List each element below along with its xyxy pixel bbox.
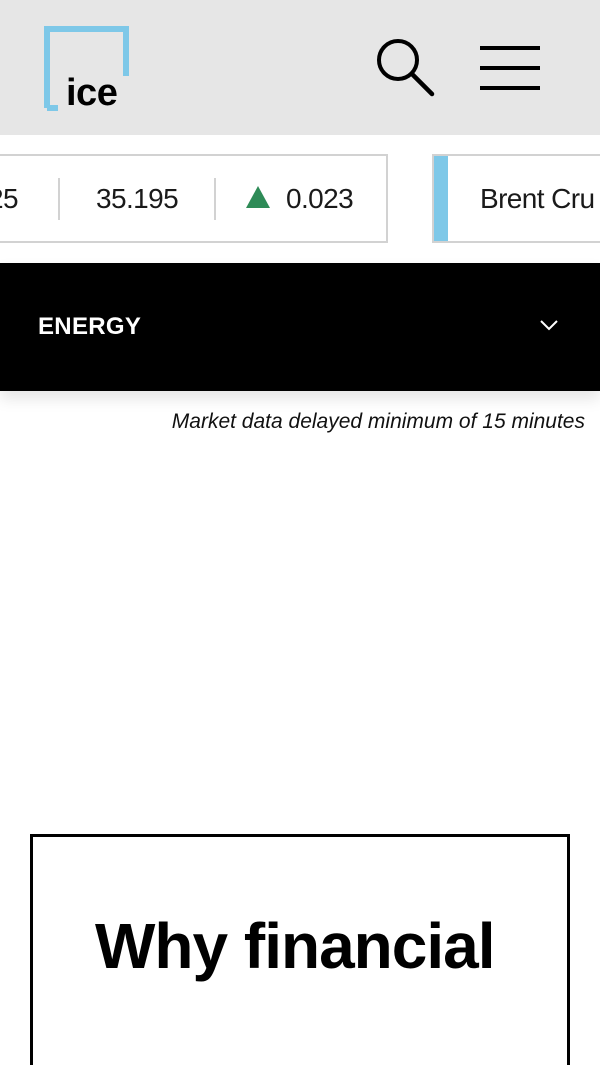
- ice-logo[interactable]: ice: [44, 26, 130, 112]
- ticker-accent-bar: [434, 156, 448, 241]
- ticker-card-silver[interactable]: 25 35.195 0.023: [0, 154, 388, 243]
- ticker-name: Brent Cru: [480, 183, 595, 214]
- search-icon: [377, 39, 435, 97]
- dropdown-selected-value: ENERGY: [38, 313, 142, 340]
- promo-title: Why financial: [95, 910, 496, 982]
- menu-button[interactable]: [478, 44, 542, 94]
- chevron-down-icon: [540, 320, 558, 331]
- logo-text: ice: [66, 72, 118, 114]
- ticker-divider: [58, 178, 60, 220]
- arrow-up-icon: [246, 186, 270, 208]
- market-ticker[interactable]: 25 35.195 0.023 Brent Cru: [0, 135, 600, 263]
- market-delay-note: Market data delayed minimum of 15 minute…: [171, 410, 585, 433]
- ticker-change: 0.023: [286, 183, 354, 214]
- ticker-partial-value: 25: [0, 183, 19, 214]
- market-category-dropdown[interactable]: ENERGY: [0, 263, 600, 391]
- promo-card[interactable]: Why financial: [30, 834, 570, 1065]
- hamburger-menu-icon: [480, 46, 540, 90]
- site-header: ice: [0, 0, 600, 135]
- ticker-divider: [214, 178, 216, 220]
- ticker-card-brent[interactable]: Brent Cru: [432, 154, 600, 243]
- ticker-price: 35.195: [96, 183, 179, 214]
- search-button[interactable]: [372, 36, 436, 100]
